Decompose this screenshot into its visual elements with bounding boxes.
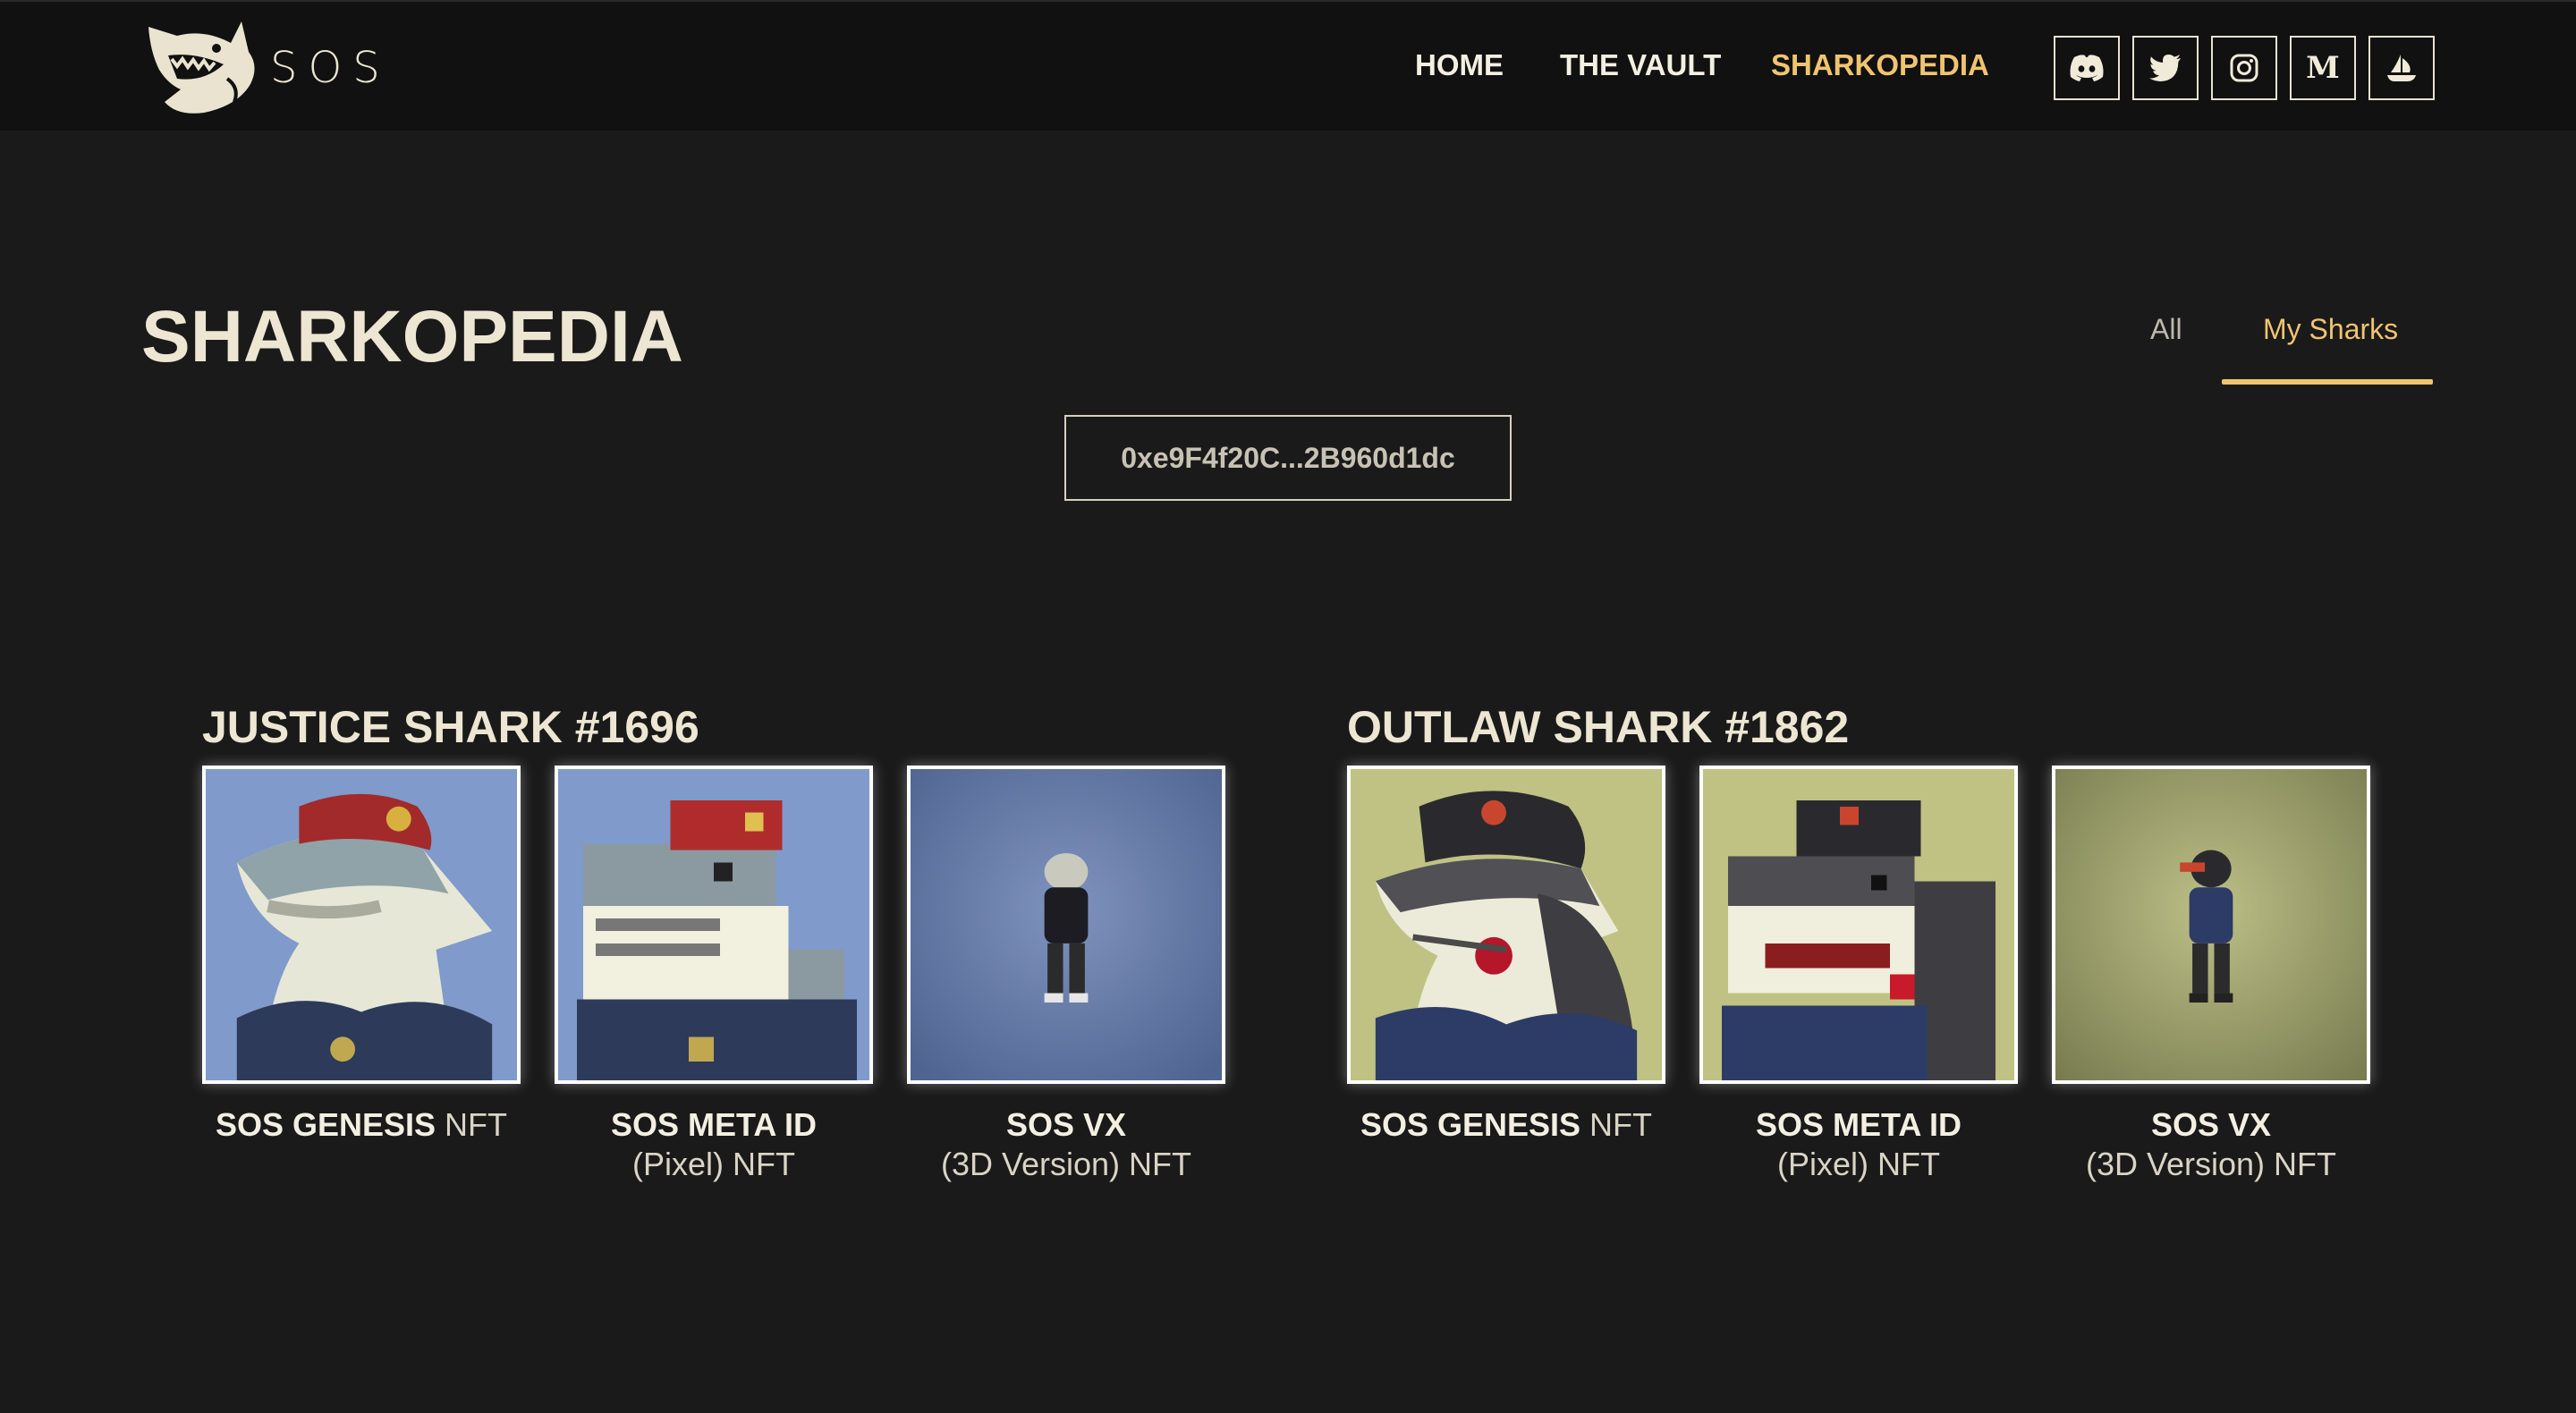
brand-logo[interactable]: SOS: [141, 16, 380, 120]
nft-suffix: NFT: [436, 1106, 508, 1143]
group-title: JUSTICE SHARK #1696: [202, 702, 699, 752]
tab-all[interactable]: All: [2150, 313, 2182, 346]
discord-icon: [2070, 55, 2104, 81]
medium-icon: M: [2306, 50, 2340, 86]
nft-caption: SOS GENESIS NFT: [182, 1105, 540, 1145]
nft-suffix: NFT: [1580, 1106, 1653, 1143]
nft-subtitle: (3D Version) NFT: [940, 1146, 1192, 1182]
nft-name: SOS GENESIS: [1360, 1106, 1581, 1143]
nft-card-meta-id[interactable]: [1699, 766, 2018, 1084]
twitter-button[interactable]: [2132, 36, 2199, 100]
nft-subtitle: (3D Version) NFT: [2085, 1146, 2337, 1182]
nft-name: SOS META ID: [1755, 1106, 1962, 1143]
nft-caption: SOS META ID (Pixel) NFT: [1680, 1105, 2038, 1184]
nft-name: SOS GENESIS: [215, 1106, 436, 1143]
instagram-button[interactable]: [2211, 36, 2277, 100]
shark-artwork: [206, 769, 517, 1080]
3d-shark-artwork: [911, 769, 1222, 1080]
wallet-address-button[interactable]: 0xe9F4f20C...2B960d1dc: [1064, 415, 1512, 501]
instagram-icon: [2230, 54, 2258, 82]
pixel-shark-artwork: [558, 769, 869, 1080]
nft-card-genesis[interactable]: [1347, 766, 1665, 1084]
page-title: SHARKOPEDIA: [141, 296, 683, 377]
nft-caption: SOS GENESIS NFT: [1327, 1105, 1685, 1145]
pixel-shark-artwork: [1703, 769, 2014, 1080]
nft-subtitle: (Pixel) NFT: [1777, 1146, 1940, 1182]
medium-button[interactable]: M: [2290, 36, 2356, 100]
nft-card-genesis[interactable]: [202, 766, 521, 1084]
nft-caption: SOS META ID (Pixel) NFT: [535, 1105, 893, 1184]
twitter-icon: [2149, 55, 2181, 81]
nft-card-vx[interactable]: [2052, 766, 2370, 1084]
active-tab-indicator: [2222, 379, 2433, 385]
nft-caption: SOS VX (3D Version) NFT: [887, 1105, 1245, 1184]
tab-my-sharks[interactable]: My Sharks: [2263, 313, 2398, 346]
nav-sharkopedia[interactable]: SHARKOPEDIA: [1771, 48, 1989, 82]
nft-caption: SOS VX (3D Version) NFT: [2032, 1105, 2390, 1184]
nft-subtitle: (Pixel) NFT: [632, 1146, 795, 1182]
opensea-button[interactable]: [2368, 36, 2435, 100]
opensea-icon: [2387, 55, 2416, 81]
shark-artwork: [1351, 769, 1662, 1080]
nft-card-vx[interactable]: [907, 766, 1225, 1084]
shark-logo-icon: [148, 21, 255, 114]
nav-home[interactable]: HOME: [1415, 48, 1504, 82]
discord-button[interactable]: [2054, 36, 2120, 100]
brand-name: SOS: [270, 43, 391, 93]
group-title: OUTLAW SHARK #1862: [1347, 702, 1850, 752]
nft-name: SOS VX: [2150, 1106, 2272, 1143]
3d-shark-artwork: [2055, 769, 2367, 1080]
nft-name: SOS VX: [1005, 1106, 1127, 1143]
nft-name: SOS META ID: [610, 1106, 817, 1143]
nft-card-meta-id[interactable]: [555, 766, 873, 1084]
top-navbar: SOS HOME THE VAULT SHARKOPEDIA M: [0, 0, 2576, 131]
nav-the-vault[interactable]: THE VAULT: [1560, 48, 1721, 82]
